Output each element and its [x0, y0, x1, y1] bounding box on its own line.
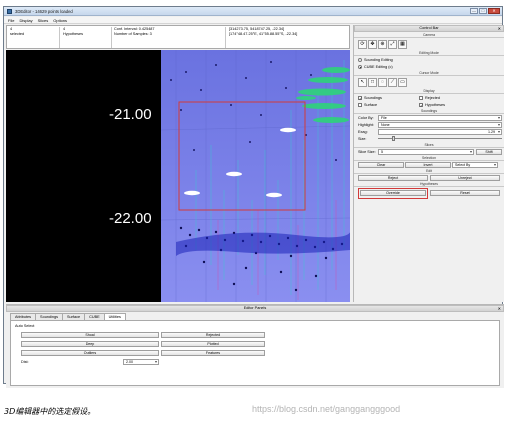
- rotate-icon[interactable]: ⟳: [358, 39, 367, 49]
- shift-button[interactable]: Shift: [476, 148, 502, 155]
- rejected-checkbox[interactable]: [419, 95, 423, 100]
- auto-select-label: Auto Select: [15, 324, 35, 328]
- hypotheses-checkbox[interactable]: ✓: [419, 102, 423, 107]
- selected-hypothesis: [226, 171, 242, 177]
- zoom-icon[interactable]: ⊕: [378, 39, 387, 49]
- editor-panels: Editor Panels ✕ Attributes Soundings Surf…: [6, 304, 504, 388]
- top-view-icon[interactable]: ▦: [398, 39, 407, 49]
- camera-tools: ⟳ ✥ ⊕ ⤢ ▦: [354, 38, 504, 50]
- menu-display[interactable]: Display: [19, 18, 32, 23]
- figure-caption: 3D编辑器中的选定假设。: [4, 407, 96, 416]
- display-row-2: Surface ✓ Hypotheses: [354, 101, 504, 108]
- fit-icon[interactable]: ⤢: [388, 39, 397, 49]
- shoal-button[interactable]: Shoal: [21, 332, 159, 338]
- unreject-button[interactable]: Unreject: [430, 174, 500, 181]
- close-icon[interactable]: ✕: [498, 26, 501, 31]
- features-button[interactable]: Features: [161, 350, 265, 356]
- pointer-icon[interactable]: ↖: [358, 77, 367, 87]
- tab-attributes[interactable]: Attributes: [10, 313, 37, 320]
- app-icon: [7, 9, 12, 14]
- clear-button[interactable]: Clear: [358, 161, 404, 168]
- size-slider-handle[interactable]: [392, 136, 395, 141]
- sounding-editing-radio[interactable]: [358, 57, 362, 62]
- tab-cube[interactable]: CUBE: [84, 313, 105, 320]
- cursor-tools: ↖ □ ◌ ⟋ ▭: [354, 76, 504, 88]
- selected-hypothesis: [184, 190, 200, 196]
- edit-row: Reject Unreject: [354, 174, 504, 181]
- selected-hypothesis: [266, 192, 282, 198]
- slice-size-row: Slice Size: 5 Shift: [354, 148, 504, 155]
- exag-spinbox[interactable]: 1.29: [378, 128, 502, 135]
- size-slider[interactable]: [378, 136, 502, 141]
- tab-surface[interactable]: Surface: [62, 313, 86, 320]
- invert-button[interactable]: Invert: [405, 161, 451, 168]
- display-row-1: ✓ Soundings Rejected: [358, 95, 440, 101]
- eraser-icon[interactable]: ▭: [398, 77, 407, 87]
- slice-size-input[interactable]: 5: [378, 148, 474, 155]
- confidence-info: Conf. Interval: 0.425487 Number of Sample…: [114, 27, 155, 36]
- exag-row: Exag: 1.29: [354, 128, 504, 135]
- dist-label: Dist:: [21, 360, 29, 364]
- deep-button[interactable]: Deep: [21, 341, 159, 347]
- tab-soundings[interactable]: Soundings: [35, 313, 63, 320]
- sounding-editing-option[interactable]: Sounding Editing: [354, 56, 504, 63]
- close-button[interactable]: ✕: [488, 8, 500, 14]
- line-select-icon[interactable]: ⟋: [388, 77, 397, 87]
- lasso-icon[interactable]: ◌: [378, 77, 387, 87]
- control-bar: Control Bar ✕ Camera ⟳ ✥ ⊕ ⤢ ▦ Editing Mo…: [353, 25, 504, 302]
- watermark: https://blog.csdn.net/ganggangggood: [252, 404, 401, 414]
- window-title: 3DEditor - 14629 points loaded: [15, 9, 73, 14]
- minimize-button[interactable]: —: [470, 8, 478, 14]
- color-by-row: Color By: File: [354, 114, 504, 121]
- cube-editing-option[interactable]: CUBE Editing (c): [354, 63, 504, 70]
- hypotheses-count: 4 Hypotheses: [63, 27, 84, 36]
- 3d-view[interactable]: -21.00 -22.00: [6, 50, 350, 302]
- color-by-select[interactable]: File: [378, 114, 502, 121]
- maximize-button[interactable]: □: [479, 8, 487, 14]
- highlight-select[interactable]: None: [378, 121, 502, 128]
- outliers-button[interactable]: Outliers: [21, 350, 159, 356]
- editor-window: 3DEditor - 14629 points loaded — □ ✕ Fil…: [3, 6, 504, 388]
- highlight-row: Highlight: None: [354, 121, 504, 128]
- utilities-panel: Auto Select Shoal Rejected Deep Plotted …: [10, 320, 500, 386]
- surface-checkbox[interactable]: [358, 102, 362, 107]
- plotted-button[interactable]: Plotted: [161, 341, 265, 347]
- selected-count: 4 selected: [10, 27, 25, 36]
- rectangle-select-icon[interactable]: □: [368, 77, 377, 87]
- menu-options[interactable]: Options: [53, 18, 67, 23]
- pan-icon[interactable]: ✥: [368, 39, 377, 49]
- cursor-coordinates: [314273.75, 5418747.25, -22.34] [174°48.4…: [229, 27, 298, 36]
- soundings-checkbox[interactable]: ✓: [358, 95, 362, 100]
- reject-button[interactable]: Reject: [358, 174, 428, 181]
- info-bar: 4 selected 4 Hypotheses Conf. Interval: 0.…: [6, 25, 350, 49]
- surface-plane: [161, 50, 350, 302]
- title-bar: 3DEditor - 14629 points loaded — □ ✕: [4, 7, 502, 16]
- point-cloud-canvas[interactable]: [6, 50, 350, 302]
- menu-bar: File Display Slices Options: [4, 17, 502, 24]
- menu-slices[interactable]: Slices: [38, 18, 49, 23]
- rejected-button[interactable]: Rejected: [161, 332, 265, 338]
- reset-button[interactable]: Reset: [430, 190, 500, 196]
- selection-row: Clear Invert Select By: [354, 161, 504, 168]
- editor-panels-title: Editor Panels ✕: [6, 305, 504, 312]
- override-button[interactable]: Override: [360, 189, 426, 196]
- close-icon[interactable]: ✕: [498, 306, 501, 311]
- dist-spinbox[interactable]: 2.00: [123, 359, 159, 365]
- selected-hypothesis: [280, 127, 296, 133]
- control-bar-title: Control Bar ✕: [354, 25, 504, 32]
- menu-file[interactable]: File: [8, 18, 14, 23]
- cube-editing-radio[interactable]: [358, 64, 362, 69]
- depth-label-lower: -22.00: [109, 210, 152, 227]
- depth-label-upper: -21.00: [109, 106, 152, 123]
- hypotheses-row: Override Reset: [354, 187, 504, 199]
- size-row: Size:: [354, 135, 504, 142]
- select-by-dropdown[interactable]: Select By: [452, 161, 498, 168]
- override-highlight: Override: [358, 187, 428, 199]
